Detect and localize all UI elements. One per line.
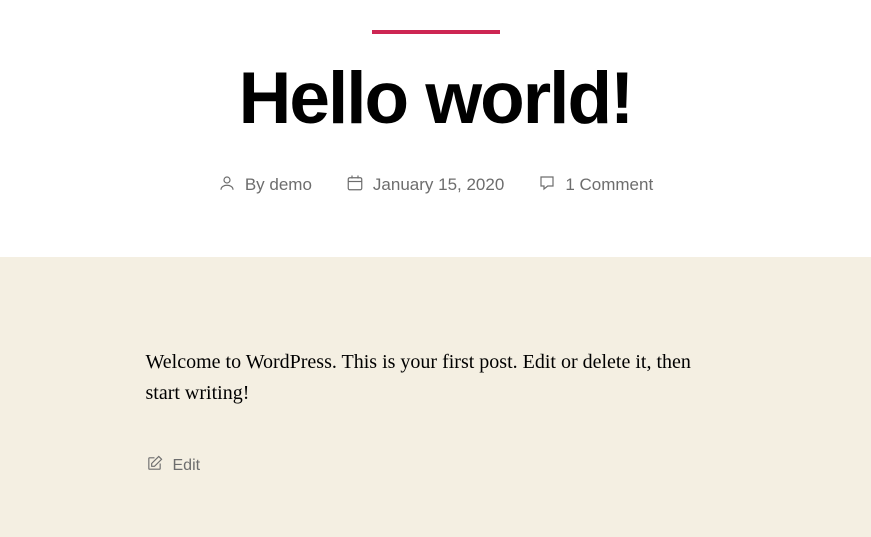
post-content-section: Welcome to WordPress. This is your first… (0, 257, 871, 537)
calendar-icon (346, 174, 364, 197)
author-icon (218, 174, 236, 197)
category-accent (372, 30, 500, 34)
comment-icon (538, 174, 556, 197)
comments-link[interactable]: 1 Comment (565, 175, 653, 195)
post-header: Hello world! By demo January 15, 2020 1 … (0, 0, 871, 257)
edit-icon (146, 455, 163, 477)
date-link[interactable]: January 15, 2020 (373, 175, 504, 195)
by-label: By (245, 175, 265, 194)
post-title: Hello world! (20, 61, 851, 138)
meta-author: By demo (218, 174, 312, 197)
edit-link[interactable]: Edit (146, 455, 201, 477)
meta-comments: 1 Comment (538, 174, 653, 197)
author-link[interactable]: demo (269, 175, 312, 194)
edit-label: Edit (173, 457, 201, 475)
post-meta: By demo January 15, 2020 1 Comment (20, 174, 851, 197)
meta-date: January 15, 2020 (346, 174, 504, 197)
post-body: Welcome to WordPress. This is your first… (146, 347, 726, 409)
